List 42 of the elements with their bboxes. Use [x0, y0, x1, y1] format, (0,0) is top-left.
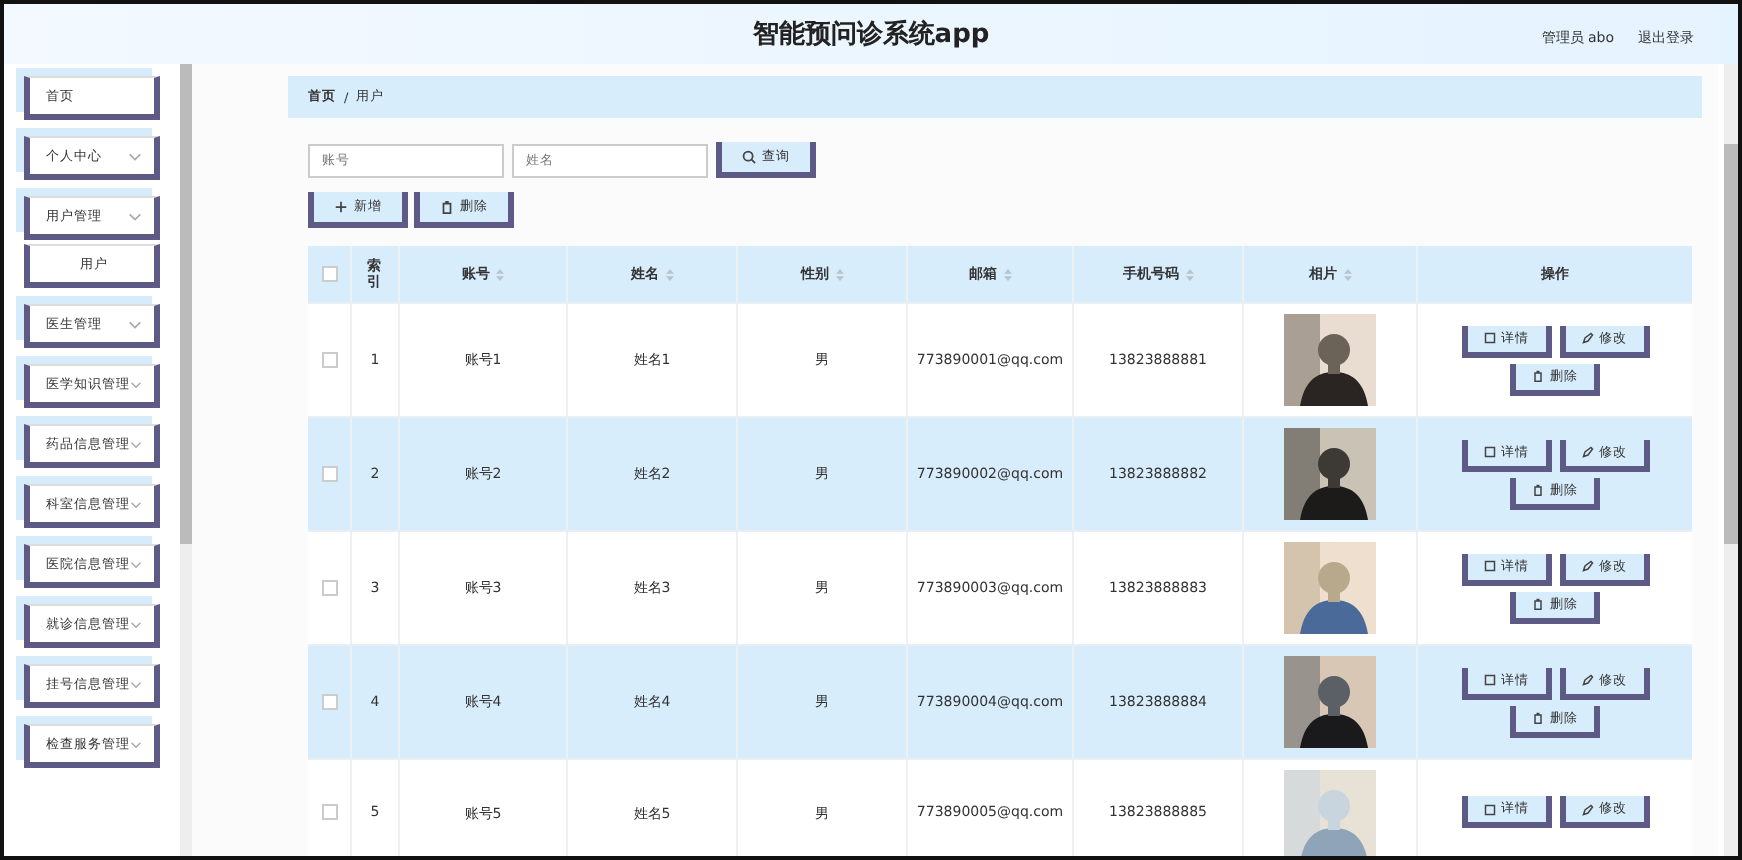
chevron-icon	[130, 739, 142, 749]
row-checkbox[interactable]	[321, 804, 337, 820]
select-all-checkbox[interactable]	[321, 266, 337, 282]
scrollbar-thumb[interactable]	[180, 64, 192, 544]
sort-icon[interactable]	[1185, 267, 1193, 281]
pencil-icon	[1581, 803, 1593, 815]
search-icon	[742, 150, 756, 164]
trash-icon	[1532, 712, 1544, 724]
document-icon	[1483, 332, 1495, 344]
chevron-icon	[130, 379, 142, 389]
row-checkbox[interactable]	[321, 694, 337, 710]
sort-icon[interactable]	[665, 267, 673, 281]
pencil-icon	[1581, 332, 1593, 344]
trash-icon	[1532, 484, 1544, 496]
pencil-icon	[1581, 674, 1593, 686]
document-icon	[1483, 674, 1495, 686]
pencil-icon	[1581, 560, 1593, 572]
app-title: 智能预问诊系统app	[752, 17, 990, 52]
sort-icon[interactable]	[835, 267, 843, 281]
row-checkbox[interactable]	[321, 466, 337, 482]
trash-icon	[1532, 370, 1544, 382]
sort-icon[interactable]	[496, 267, 504, 281]
document-icon	[1483, 560, 1495, 572]
plus-icon	[334, 200, 348, 214]
row-checkbox[interactable]	[321, 352, 337, 368]
sort-icon[interactable]	[1343, 267, 1351, 281]
trash-icon	[440, 200, 454, 214]
chevron-icon	[128, 319, 142, 329]
chevron-icon	[130, 679, 142, 689]
scrollbar-thumb[interactable]	[1724, 144, 1738, 544]
chevron-icon	[130, 619, 142, 629]
pencil-icon	[1581, 446, 1593, 458]
chevron-icon	[128, 211, 142, 221]
chevron-icon	[130, 499, 142, 509]
chevron-icon	[130, 559, 142, 569]
row-checkbox[interactable]	[321, 580, 337, 596]
trash-icon	[1532, 598, 1544, 610]
chevron-icon	[130, 439, 142, 449]
chevron-icon	[128, 151, 142, 161]
document-icon	[1483, 803, 1495, 815]
sort-icon[interactable]	[1003, 267, 1011, 281]
document-icon	[1483, 446, 1495, 458]
